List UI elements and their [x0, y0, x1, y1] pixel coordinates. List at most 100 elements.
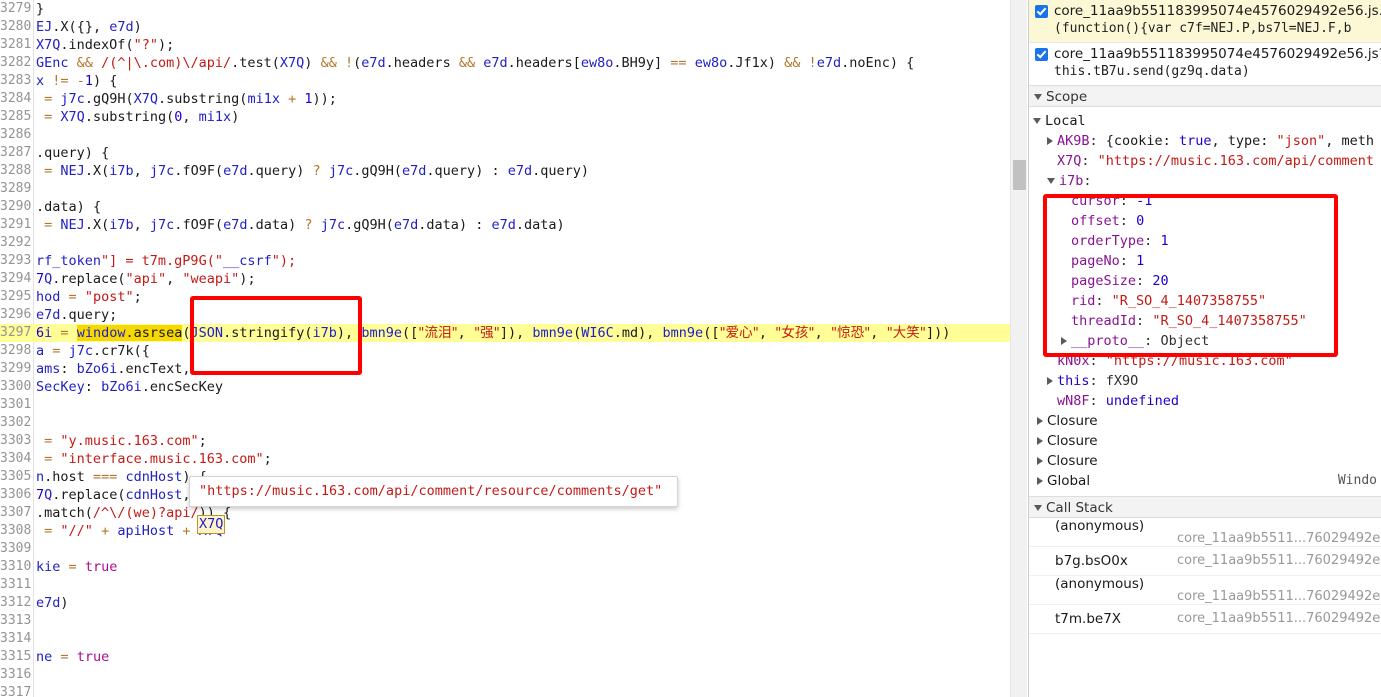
line-number[interactable]: 3284	[0, 90, 32, 108]
scope-variable-row[interactable]: this: fX9O	[1029, 371, 1381, 391]
code-line[interactable]: 3293 rf_token"] = t7m.gP9G("__csrf");	[0, 252, 1010, 270]
code-text[interactable]: SecKey: bZo6i.encSecKey	[36, 378, 223, 396]
code-text[interactable]: = X7Q.substring(0, mi1x)	[36, 108, 239, 126]
code-line[interactable]: 3281 X7Q.indexOf("?");	[0, 36, 1010, 54]
scope-section-header[interactable]: Scope	[1029, 85, 1381, 107]
line-number[interactable]: 3314	[0, 630, 32, 648]
scope-variable-row[interactable]: threadId: "R_SO_4_1407358755"	[1029, 311, 1381, 331]
scope-variable-row[interactable]: __proto__: Object	[1029, 331, 1381, 351]
code-text[interactable]: .query) {	[36, 144, 109, 162]
code-text[interactable]: e7d.query;	[36, 306, 117, 324]
code-line[interactable]: 3300 SecKey: bZo6i.encSecKey	[0, 378, 1010, 396]
code-line[interactable]: 3288 = NEJ.X(i7b, j7c.fO9F(e7d.query) ? …	[0, 162, 1010, 180]
call-stack-frame[interactable]: b7g.bsO0x core_11aa9b5511...76029492e56:2…	[1029, 547, 1381, 576]
scope-variable-row[interactable]: offset: 0	[1029, 211, 1381, 231]
scope-group-local[interactable]: Local	[1029, 111, 1381, 131]
code-text[interactable]: = NEJ.X(i7b, j7c.fO9F(e7d.data) ? j7c.gQ…	[36, 216, 565, 234]
line-number[interactable]: 3298	[0, 342, 32, 360]
scope-variable-row[interactable]: AK9B: {cookie: true, type: "json", meth	[1029, 131, 1381, 151]
hovered-identifier[interactable]: X7Q	[197, 515, 226, 534]
code-line[interactable]: 3284 = j7c.gQ9H(X7Q.substring(mi1x + 1))…	[0, 90, 1010, 108]
code-line[interactable]: 3280 EJ.X({}, e7d)	[0, 18, 1010, 36]
scope-variable-row[interactable]: wN8F: undefined	[1029, 391, 1381, 411]
code-line[interactable]: 3302	[0, 414, 1010, 432]
code-line[interactable]: 3315 ne = true	[0, 648, 1010, 666]
line-number[interactable]: 3289	[0, 180, 32, 198]
call-stack-frame[interactable]: (anonymous) core_11aa9b5511...76029492e56…	[1029, 576, 1381, 605]
code-text[interactable]: = "interface.music.163.com";	[36, 450, 272, 468]
code-line[interactable]: 3294 7Q.replace("api", "weapi");	[0, 270, 1010, 288]
code-text[interactable]: hod = "post";	[36, 288, 142, 306]
code-line[interactable]: 3296 e7d.query;	[0, 306, 1010, 324]
breakpoint-checkbox[interactable]	[1035, 5, 1048, 18]
line-number[interactable]: 3286	[0, 126, 32, 144]
code-line[interactable]: 3295 hod = "post";	[0, 288, 1010, 306]
source-code-editor[interactable]: 3279} 3280 EJ.X({}, e7d) 3281 X7Q.indexOf("?…	[0, 0, 1010, 697]
code-line[interactable]: 3312 e7d)	[0, 594, 1010, 612]
code-line[interactable]: 3291 = NEJ.X(i7b, j7c.fO9F(e7d.data) ? j…	[0, 216, 1010, 234]
code-text[interactable]: kie = true	[36, 558, 117, 576]
code-line[interactable]: 3286	[0, 126, 1010, 144]
code-line[interactable]: 3290 .data) {	[0, 198, 1010, 216]
line-number[interactable]: 3293	[0, 252, 32, 270]
line-number[interactable]: 3312	[0, 594, 32, 612]
breakpoint-checkbox[interactable]	[1035, 48, 1048, 61]
line-number[interactable]: 3317	[0, 684, 32, 697]
code-line[interactable]: 3314	[0, 630, 1010, 648]
breakpoint-item[interactable]: core_11aa9b551183995074e4576029492e56.js…	[1029, 43, 1381, 85]
code-text[interactable]: X7Q.indexOf("?");	[36, 36, 174, 54]
chevron-right-icon[interactable]	[1037, 457, 1043, 465]
code-line[interactable]: 3292	[0, 234, 1010, 252]
editor-vertical-scrollbar[interactable]	[1010, 0, 1027, 697]
code-text[interactable]: EJ.X({}, e7d)	[36, 18, 142, 36]
line-number[interactable]: 3285	[0, 108, 32, 126]
scope-variable-row[interactable]: cursor: -1	[1029, 191, 1381, 211]
code-line[interactable]: 3304 = "interface.music.163.com";	[0, 450, 1010, 468]
chevron-down-icon[interactable]	[1047, 178, 1055, 184]
code-line[interactable]: 3289	[0, 180, 1010, 198]
line-number[interactable]: 3311	[0, 576, 32, 594]
code-line[interactable]: 3283 x != -1) {	[0, 72, 1010, 90]
scope-variable-row[interactable]: i7b:	[1029, 171, 1381, 191]
line-number[interactable]: 3287	[0, 144, 32, 162]
code-line[interactable]: 3317	[0, 684, 1010, 697]
chevron-right-icon[interactable]	[1047, 137, 1053, 145]
chevron-right-icon[interactable]	[1037, 437, 1043, 445]
breakpoint-file[interactable]: core_11aa9b551183995074e4576029492e56.js…	[1054, 3, 1381, 19]
scope-global[interactable]: Global Windo	[1029, 471, 1381, 491]
line-number[interactable]: 3316	[0, 666, 32, 684]
code-line[interactable]: 3282 GEnc && /(^|\.com)\/api/.test(X7Q) &…	[0, 54, 1010, 72]
code-text[interactable]: = "//" + apiHost + X7Q	[36, 522, 223, 540]
line-number[interactable]: 3292	[0, 234, 32, 252]
line-number[interactable]: 3302	[0, 414, 32, 432]
scope-closure-row[interactable]: Closure	[1029, 411, 1381, 431]
code-text[interactable]: 6i = window.asrsea(JSON.stringify(i7b), …	[36, 324, 950, 342]
code-line[interactable]: 3309	[0, 540, 1010, 558]
code-line[interactable]: 3316	[0, 666, 1010, 684]
code-line[interactable]: 3301	[0, 396, 1010, 414]
line-number[interactable]: 3283	[0, 72, 32, 90]
code-line[interactable]: 3313	[0, 612, 1010, 630]
code-line[interactable]: 3299 ams: bZo6i.encText,	[0, 360, 1010, 378]
code-line[interactable]: 3287 .query) {	[0, 144, 1010, 162]
scope-variable-row[interactable]: pageNo: 1	[1029, 251, 1381, 271]
editor-scrollbar-thumb[interactable]	[1013, 160, 1026, 190]
line-number[interactable]: 3299	[0, 360, 32, 378]
code-text[interactable]: n.host === cdnHost) {	[36, 468, 207, 486]
line-number[interactable]: 3315	[0, 648, 32, 666]
line-number[interactable]: 3313	[0, 612, 32, 630]
code-text[interactable]: e7d)	[36, 594, 69, 612]
code-line[interactable]: 3297 6i = window.asrsea(JSON.stringify(i7…	[0, 324, 1010, 342]
line-number[interactable]: 3310	[0, 558, 32, 576]
breakpoint-item[interactable]: core_11aa9b551183995074e4576029492e56.js…	[1029, 0, 1381, 42]
code-text[interactable]: }	[36, 0, 44, 18]
line-number[interactable]: 3308	[0, 522, 32, 540]
breakpoint-file[interactable]: core_11aa9b551183995074e4576029492e56.js…	[1054, 46, 1381, 62]
scope-variable-row[interactable]: kN0x: "https://music.163.com"	[1029, 351, 1381, 371]
scope-variable-row[interactable]: pageSize: 20	[1029, 271, 1381, 291]
line-number[interactable]: 3279	[0, 0, 32, 18]
code-line[interactable]: 3311	[0, 576, 1010, 594]
scope-closure-row[interactable]: Closure	[1029, 431, 1381, 451]
line-number[interactable]: 3288	[0, 162, 32, 180]
call-stack-frame[interactable]: (anonymous) core_11aa9b5511...76029492e56…	[1029, 518, 1381, 547]
